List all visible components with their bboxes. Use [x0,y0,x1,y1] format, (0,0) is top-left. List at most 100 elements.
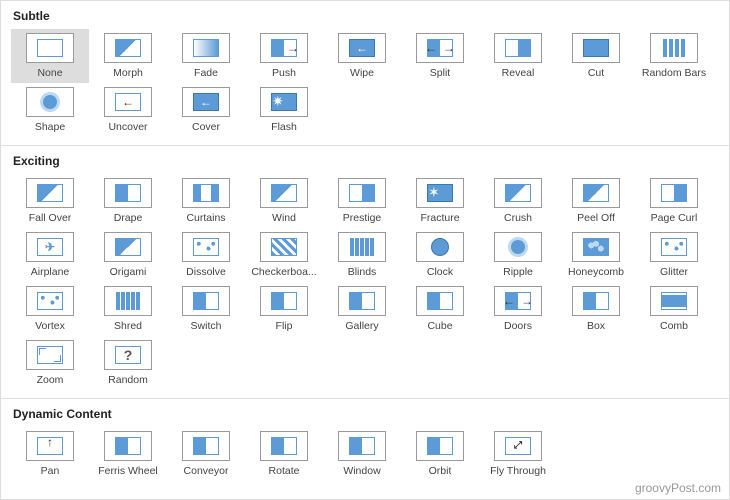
half-icon [416,431,464,461]
transition-item[interactable]: Conveyor [167,427,245,481]
transition-item[interactable]: Morph [89,29,167,83]
transition-item[interactable]: Cut [557,29,635,83]
half-icon [104,431,152,461]
transition-item[interactable]: Comb [635,282,713,336]
transition-label: Window [343,465,380,477]
transition-item[interactable]: Prestige [323,174,401,228]
transition-label: Cube [427,320,452,332]
transition-item[interactable]: ↑Pan [11,427,89,481]
transition-item[interactable]: Crush [479,174,557,228]
glitter-icon [650,232,698,262]
diagonal-icon [260,178,308,208]
transition-label: Pan [41,465,60,477]
half-icon [182,286,230,316]
transition-label: Shape [35,121,65,133]
half-icon [338,431,386,461]
transition-label: Morph [113,67,143,79]
push-icon: → [260,33,308,63]
transition-label: None [37,67,62,79]
transition-item[interactable]: Ferris Wheel [89,427,167,481]
transition-item[interactable]: Gallery [323,282,401,336]
transition-item[interactable]: Reveal [479,29,557,83]
transition-item[interactable]: Switch [167,282,245,336]
transition-label: Crush [504,212,532,224]
diagonal-icon [494,178,542,208]
transition-item[interactable]: Random Bars [635,29,713,83]
transition-item[interactable]: Clock [401,228,479,282]
half-icon [572,286,620,316]
transition-item[interactable]: ←Uncover [89,83,167,137]
transition-item[interactable]: ⤢Fly Through [479,427,557,481]
flythrough-icon: ⤢ [494,431,542,461]
transition-label: Shred [114,320,142,332]
transition-item[interactable]: Glitter [635,228,713,282]
transition-item[interactable]: Box [557,282,635,336]
blinds-icon [338,232,386,262]
transition-label: Switch [191,320,222,332]
split-icon: ←→ [494,286,542,316]
transition-label: Random Bars [642,67,706,79]
transition-grid: ↑PanFerris Wheel Conveyor Rotate Window Orbi… [11,427,719,481]
section-title: Dynamic Content [13,407,719,421]
transition-item[interactable]: ←→Doors [479,282,557,336]
transition-item[interactable]: ?Random [89,336,167,390]
transition-item[interactable]: Blinds [323,228,401,282]
transition-label: Honeycomb [568,266,624,278]
wipe-icon: ← [338,33,386,63]
transition-item[interactable]: ←→Split [401,29,479,83]
transition-item[interactable]: Dissolve [167,228,245,282]
transition-item[interactable]: Ripple [479,228,557,282]
transition-item[interactable]: Shred [89,282,167,336]
transition-item[interactable]: Vortex [11,282,89,336]
transition-item[interactable]: Origami [89,228,167,282]
transition-item[interactable]: ←Cover [167,83,245,137]
half-icon [104,178,152,208]
transition-item[interactable]: Checkerboa... [245,228,323,282]
transition-label: Checkerboa... [251,266,316,278]
transition-item[interactable]: ✈Airplane [11,228,89,282]
transition-item[interactable]: Cube [401,282,479,336]
transition-item[interactable]: Orbit [401,427,479,481]
transition-item[interactable]: Shape [11,83,89,137]
diagonal-icon [26,178,74,208]
transition-item[interactable]: →Push [245,29,323,83]
transition-item[interactable]: Page Curl [635,174,713,228]
transition-item[interactable]: Window [323,427,401,481]
half-icon [260,286,308,316]
uncover-icon: ← [104,87,152,117]
transition-item[interactable]: Fall Over [11,174,89,228]
transition-label: Orbit [429,465,452,477]
transition-section: Dynamic Content ↑PanFerris Wheel Conveyor R… [1,398,729,489]
transition-item[interactable]: ✷Flash [245,83,323,137]
transition-item[interactable]: ✶Fracture [401,174,479,228]
transition-label: Conveyor [184,465,229,477]
transition-item[interactable]: Curtains [167,174,245,228]
transition-label: Ripple [503,266,533,278]
corners-icon [26,340,74,370]
transition-item[interactable]: Zoom [11,336,89,390]
transition-item[interactable]: ←Wipe [323,29,401,83]
transition-label: Prestige [343,212,382,224]
half-icon [260,431,308,461]
chk-icon [260,232,308,262]
transition-label: Gallery [345,320,378,332]
transition-item[interactable]: Honeycomb [557,228,635,282]
transition-item[interactable]: Drape [89,174,167,228]
transition-item[interactable]: Wind [245,174,323,228]
transition-item[interactable]: Rotate [245,427,323,481]
shape-icon [26,87,74,117]
transition-grid: Fall OverDrape Curtains Wind Prestige ✶Fract… [11,174,719,390]
transition-label: Fade [194,67,218,79]
transition-label: Split [430,67,450,79]
comb-icon [650,286,698,316]
transition-item[interactable]: Fade [167,29,245,83]
transition-label: Wind [272,212,296,224]
transition-label: Curtains [186,212,225,224]
transition-item[interactable]: None [11,29,89,83]
blinds-icon [104,286,152,316]
section-title: Subtle [13,9,719,23]
transition-item[interactable]: Flip [245,282,323,336]
transition-item[interactable]: Peel Off [557,174,635,228]
honey-icon [572,232,620,262]
halfr-icon [338,178,386,208]
